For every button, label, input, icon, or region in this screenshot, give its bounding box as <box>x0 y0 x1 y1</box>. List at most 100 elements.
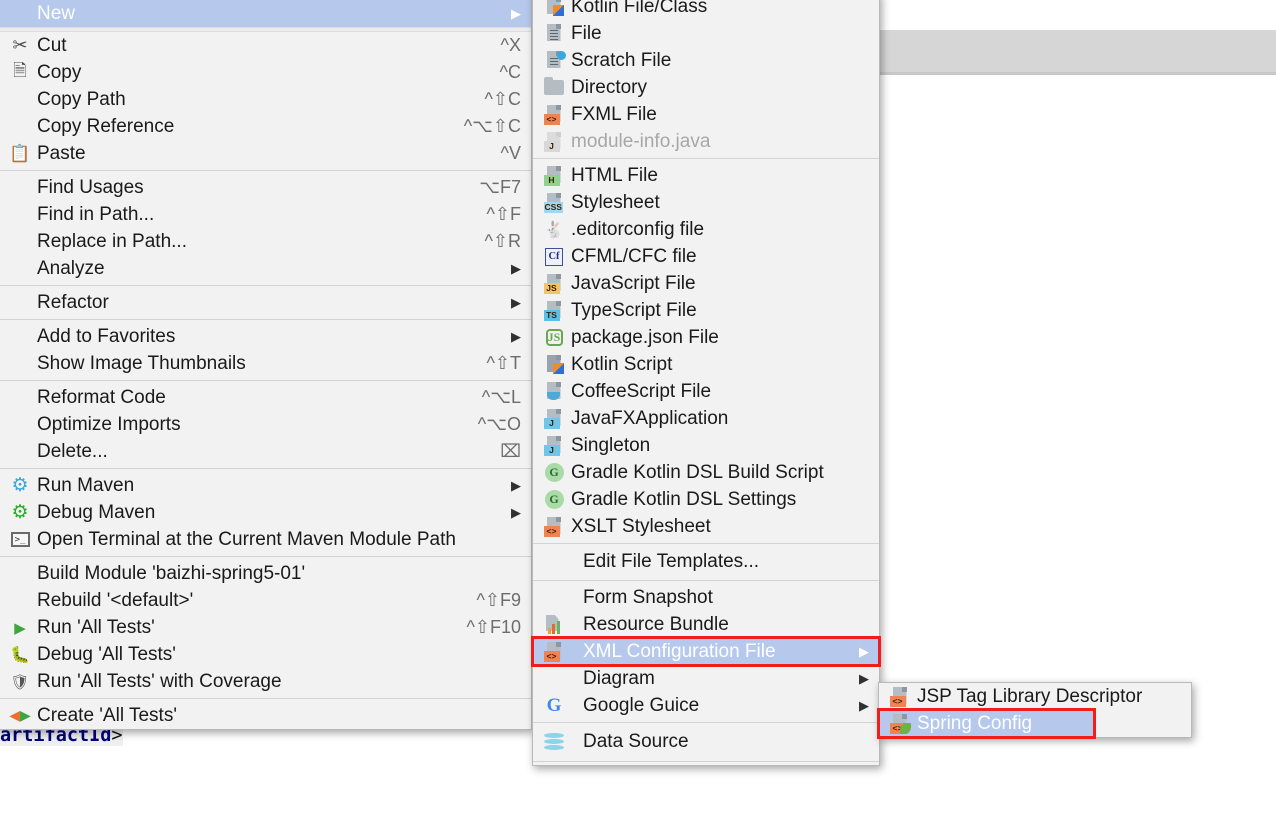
menu-item-file[interactable]: File <box>533 20 879 47</box>
menu-item-label: .editorconfig file <box>571 218 705 240</box>
menu-item-copy-path[interactable]: Copy Path ^⇧C <box>0 86 531 113</box>
menu-item-google-guice[interactable]: G Google Guice ▶ <box>533 692 879 719</box>
blank-icon <box>7 441 33 463</box>
menu-item-add-to-favorites[interactable]: Add to Favorites ▶ <box>0 323 531 350</box>
menu-separator <box>0 468 531 469</box>
chevron-right-icon: ▶ <box>511 477 521 493</box>
menu-item-label: Run 'All Tests' with Coverage <box>37 670 282 692</box>
blank-icon <box>7 414 33 436</box>
xslt-file-icon: <> <box>541 516 567 538</box>
menu-item-run-with-coverage[interactable]: 🛡 Run 'All Tests' with Coverage <box>0 668 531 695</box>
menu-item-optimize-imports[interactable]: Optimize Imports ^⌥O <box>0 411 531 438</box>
data-source-icon <box>541 731 567 753</box>
menu-item-typescript-file[interactable]: TS TypeScript File <box>533 297 879 324</box>
blank-icon <box>541 551 567 573</box>
menu-item-cut[interactable]: ✂ Cut ^X <box>0 32 531 59</box>
menu-separator <box>0 698 531 699</box>
blank-icon <box>7 204 33 226</box>
menu-item-debug-maven[interactable]: ⚙ Debug Maven ▶ <box>0 499 531 526</box>
menu-item-data-source[interactable]: Data Source <box>533 726 879 758</box>
fxml-file-icon: <> <box>541 104 567 126</box>
menu-item-label: Analyze <box>37 257 105 279</box>
menu-item-javafx-application[interactable]: J JavaFXApplication <box>533 405 879 432</box>
menu-item-package-json-file[interactable]: JS package.json File <box>533 324 879 351</box>
gradle-icon: G <box>541 489 567 511</box>
menu-item-javascript-file[interactable]: JS JavaScript File <box>533 270 879 297</box>
blank-icon <box>7 387 33 409</box>
menu-item-find-in-path[interactable]: Find in Path... ^⇧F <box>0 201 531 228</box>
menu-item-run-maven[interactable]: ⚙ Run Maven ▶ <box>0 472 531 499</box>
menu-item-accelerator: ^⇧C <box>484 89 521 109</box>
menu-item-label: XSLT Stylesheet <box>571 515 711 537</box>
menu-item-module-info: J module-info.java <box>533 128 879 155</box>
blank-icon <box>7 353 33 375</box>
menu-item-accelerator: ^⌥O <box>477 414 521 434</box>
menu-item-build-module[interactable]: Build Module 'baizhi-spring5-01' <box>0 560 531 587</box>
menu-item-html-file[interactable]: H HTML File <box>533 162 879 189</box>
menu-item-form-snapshot[interactable]: Form Snapshot <box>533 584 879 611</box>
menu-item-copy[interactable]: 🗎 Copy ^C <box>0 59 531 86</box>
menu-item-label: HTML File <box>571 164 658 186</box>
kotlin-script-icon <box>541 354 567 376</box>
menu-item-label: Optimize Imports <box>37 413 181 435</box>
menu-item-gradle-kotlin-dsl-build-script[interactable]: G Gradle Kotlin DSL Build Script <box>533 459 879 486</box>
menu-item-singleton[interactable]: J Singleton <box>533 432 879 459</box>
menu-item-replace-in-path[interactable]: Replace in Path... ^⇧R <box>0 228 531 255</box>
menu-item-directory[interactable]: Directory <box>533 74 879 101</box>
menu-item-diagram[interactable]: Diagram ▶ <box>533 665 879 692</box>
blank-icon <box>7 89 33 111</box>
menu-item-xslt-stylesheet[interactable]: <> XSLT Stylesheet <box>533 513 879 540</box>
menu-item-analyze[interactable]: Analyze ▶ <box>0 255 531 282</box>
menu-item-label: Copy <box>37 61 82 83</box>
menu-item-show-image-thumbnails[interactable]: Show Image Thumbnails ^⇧T <box>0 350 531 377</box>
menu-separator <box>0 319 531 320</box>
menu-item-kotlin-file-class[interactable]: Kotlin File/Class <box>533 0 879 20</box>
menu-item-resource-bundle[interactable]: Resource Bundle <box>533 611 879 638</box>
menu-item-new[interactable]: New ▶ <box>0 0 531 27</box>
menu-item-editorconfig-file[interactable]: 🐇 .editorconfig file <box>533 216 879 243</box>
chevron-right-icon: ▶ <box>511 294 521 310</box>
menu-item-stylesheet[interactable]: CSS Stylesheet <box>533 189 879 216</box>
menu-item-gradle-kotlin-dsl-settings[interactable]: G Gradle Kotlin DSL Settings <box>533 486 879 513</box>
menu-item-label: Resource Bundle <box>583 613 729 635</box>
menu-item-xml-configuration-file[interactable]: <> XML Configuration File ▶ <box>531 636 881 667</box>
module-info-icon: J <box>541 131 567 153</box>
menu-item-label: Stylesheet <box>571 191 660 213</box>
xml-config-icon: <> <box>541 641 567 663</box>
menu-item-debug-all-tests[interactable]: 🐛 Debug 'All Tests' <box>0 641 531 668</box>
menu-separator <box>533 761 879 762</box>
blank-icon <box>7 292 33 314</box>
xml-file-icon: <> <box>887 686 913 708</box>
menu-item-label: Create 'All Tests' <box>37 704 177 726</box>
menu-item-create-all-tests[interactable]: ◀ ▶ Create 'All Tests' <box>0 702 531 729</box>
menu-item-open-terminal[interactable]: >_ Open Terminal at the Current Maven Mo… <box>0 526 531 553</box>
scratch-file-icon <box>541 50 567 72</box>
menu-item-run-all-tests[interactable]: ▶ Run 'All Tests' ^⇧F10 <box>0 614 531 641</box>
resource-bundle-icon <box>541 614 567 636</box>
menu-item-accelerator: ^⇧T <box>486 353 521 373</box>
menu-item-delete[interactable]: Delete... ⌧ <box>0 438 531 465</box>
menu-item-label: Rebuild '<default>' <box>37 589 194 611</box>
menu-item-cfml-cfc-file[interactable]: Cf CFML/CFC file <box>533 243 879 270</box>
menu-item-label: XML Configuration File <box>583 640 776 662</box>
menu-item-reformat-code[interactable]: Reformat Code ^⌥L <box>0 384 531 411</box>
menu-item-fxml-file[interactable]: <> FXML File <box>533 101 879 128</box>
menu-item-accelerator: ⌧ <box>500 441 521 461</box>
menu-item-copy-reference[interactable]: Copy Reference ^⌥⇧C <box>0 113 531 140</box>
menu-separator <box>0 285 531 286</box>
menu-item-coffeescript-file[interactable]: CoffeeScript File <box>533 378 879 405</box>
menu-item-jsp-tag-library-descriptor[interactable]: <> JSP Tag Library Descriptor <box>879 683 1191 710</box>
menu-item-scratch-file[interactable]: Scratch File <box>533 47 879 74</box>
menu-item-edit-file-templates[interactable]: Edit File Templates... <box>533 547 879 577</box>
menu-item-refactor[interactable]: Refactor ▶ <box>0 289 531 316</box>
menu-item-label: Find Usages <box>37 176 144 198</box>
blank-icon <box>7 3 33 25</box>
menu-item-spring-config[interactable]: <> Spring Config <box>877 708 1096 739</box>
menu-item-find-usages[interactable]: Find Usages ⌥F7 <box>0 174 531 201</box>
javascript-file-icon: JS <box>541 273 567 295</box>
copy-icon: 🗎 <box>13 61 27 80</box>
menu-item-paste[interactable]: 📋 Paste ^V <box>0 140 531 167</box>
html-file-icon: H <box>541 165 567 187</box>
menu-item-kotlin-script[interactable]: Kotlin Script <box>533 351 879 378</box>
menu-item-rebuild[interactable]: Rebuild '<default>' ^⇧F9 <box>0 587 531 614</box>
